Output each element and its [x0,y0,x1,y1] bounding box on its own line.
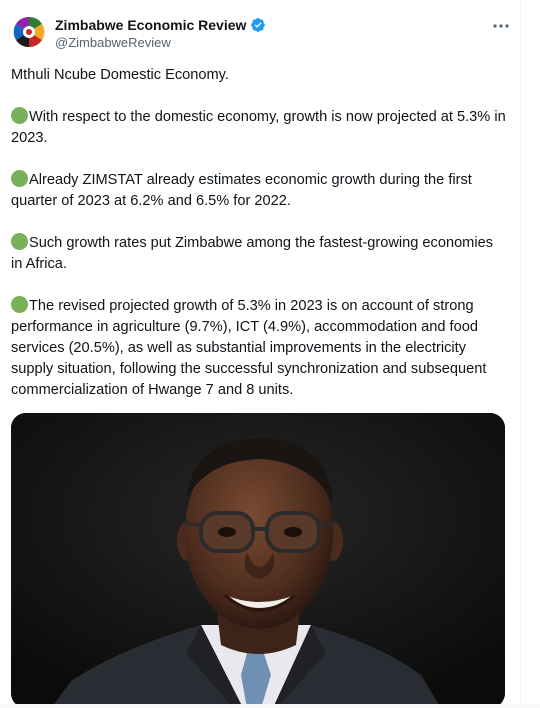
green-circle-icon [11,233,28,250]
tweet-text: Mthuli Ncube Domestic Economy. With resp… [11,65,507,422]
tweet-photo[interactable] [11,413,505,708]
portrait-photo [11,413,505,708]
economic-review-logo-icon [12,15,46,49]
bullet-text: The revised projected growth of 5.3% in … [11,298,487,398]
green-circle-icon [11,107,28,124]
display-name-row: Zimbabwe Economic Review [55,15,266,34]
tweet-bullet: Already ZIMSTAT already estimates econom… [11,170,507,212]
green-circle-icon [11,296,28,313]
tweet-bullet: The revised projected growth of 5.3% in … [11,296,507,401]
tweet-bullet: With respect to the domestic economy, gr… [11,107,507,149]
tweet-header: Zimbabwe Economic Review @ZimbabweReview [11,14,511,54]
author-avatar[interactable] [11,14,47,50]
author-handle[interactable]: @ZimbabweReview [55,35,266,50]
bullet-text: With respect to the domestic economy, gr… [11,109,506,146]
more-options-button[interactable] [489,16,513,36]
bullet-text: Such growth rates put Zimbabwe among the… [11,235,493,272]
bottom-edge [0,704,540,708]
tweet-bullet: Such growth rates put Zimbabwe among the… [11,233,507,275]
more-options-icon [493,24,509,28]
timeline-border [520,0,521,708]
green-circle-icon [11,170,28,187]
tweet-intro: Mthuli Ncube Domestic Economy. [11,67,229,83]
author-names: Zimbabwe Economic Review @ZimbabweReview [55,15,266,50]
bullet-text: Already ZIMSTAT already estimates econom… [11,172,472,209]
verified-badge-icon [250,17,266,33]
author-display-name[interactable]: Zimbabwe Economic Review [55,17,246,33]
